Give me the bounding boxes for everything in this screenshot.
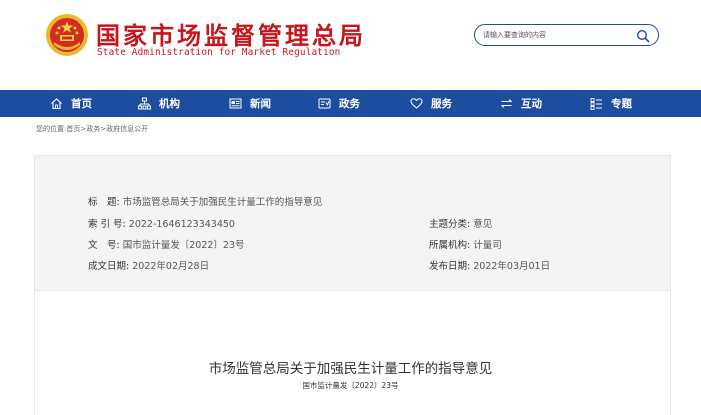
meta-title-label: 标 题: <box>88 197 120 208</box>
nav-label: 政务 <box>339 98 360 110</box>
meta-category-value: 意见 <box>473 219 493 230</box>
breadcrumb-info-disclosure[interactable]: 政府信息公开 <box>106 125 148 133</box>
nav-item-news[interactable]: 新闻 <box>229 90 271 117</box>
home-icon <box>50 97 63 110</box>
meta-title: 标 题: 市场监管总局关于加强民生计量工作的指导意见 <box>88 194 322 208</box>
search-icon[interactable] <box>636 28 650 43</box>
heart-icon <box>410 97 423 110</box>
breadcrumb: 您的位置:首页>政务>政府信息公开 <box>36 124 148 134</box>
breadcrumb-home[interactable]: 首页 <box>66 125 80 133</box>
meta-created-date-label: 成文日期: <box>88 261 130 272</box>
meta-document-number-value: 国市监计量发〔2022〕23号 <box>122 240 245 251</box>
document-number: 国市监计量发〔2022〕23号 <box>302 381 399 390</box>
meta-index-value: 2022-1646123343450 <box>128 219 235 230</box>
meta-document-number: 文 号: 国市监计量发〔2022〕23号 <box>88 237 245 251</box>
search-input[interactable] <box>483 27 633 43</box>
government-affairs-icon <box>318 97 331 110</box>
main-nav: 首页 机构 新闻 政务 服务 互动 专题 <box>0 90 701 117</box>
news-icon <box>229 97 242 110</box>
search-box <box>474 24 659 46</box>
nav-label: 专题 <box>611 98 632 110</box>
document-content-area <box>34 291 671 415</box>
breadcrumb-prefix: 您的位置: <box>36 125 67 133</box>
national-emblem-icon[interactable] <box>44 12 90 58</box>
breadcrumb-government-affairs[interactable]: 政务 <box>86 125 100 133</box>
nav-item-service[interactable]: 服务 <box>410 90 452 117</box>
nav-item-topics[interactable]: 专题 <box>590 90 632 117</box>
topic-icon <box>590 97 603 110</box>
site-title[interactable]: 国家市场监督管理总局 <box>96 16 366 51</box>
meta-document-number-label: 文 号: <box>88 240 120 251</box>
nav-label: 互动 <box>521 98 542 110</box>
nav-item-government-affairs[interactable]: 政务 <box>318 90 360 117</box>
meta-category: 主题分类: 意见 <box>429 216 492 230</box>
meta-index-label: 索 引 号: <box>88 219 126 230</box>
meta-organization-value: 计量司 <box>473 240 502 251</box>
meta-published-date: 发布日期: 2022年03月01日 <box>429 258 550 272</box>
document-title: 市场监管总局关于加强民生计量工作的指导意见 <box>208 361 493 377</box>
nav-label: 服务 <box>431 98 452 110</box>
nav-item-organization[interactable]: 机构 <box>138 90 180 117</box>
nav-item-home[interactable]: 首页 <box>50 90 92 117</box>
site-header: 国家市场监督管理总局 State Administration for Mark… <box>0 0 701 88</box>
meta-created-date: 成文日期: 2022年02月28日 <box>88 258 209 272</box>
nav-label: 首页 <box>71 98 92 110</box>
meta-index: 索 引 号: 2022-1646123343450 <box>88 216 235 230</box>
meta-organization-label: 所属机构: <box>429 240 471 251</box>
site-subtitle: State Administration for Market Regulati… <box>97 47 341 58</box>
meta-published-date-label: 发布日期: <box>429 261 471 272</box>
nav-label: 新闻 <box>250 98 271 110</box>
meta-title-value: 市场监管总局关于加强民生计量工作的指导意见 <box>122 197 323 208</box>
meta-published-date-value: 2022年03月01日 <box>473 261 551 272</box>
meta-created-date-value: 2022年02月28日 <box>132 261 210 272</box>
meta-category-label: 主题分类: <box>429 219 471 230</box>
org-chart-icon <box>138 97 151 110</box>
nav-label: 机构 <box>159 98 180 110</box>
meta-organization: 所属机构: 计量司 <box>429 237 502 251</box>
nav-item-interaction[interactable]: 互动 <box>500 90 542 117</box>
exchange-icon <box>500 97 513 110</box>
